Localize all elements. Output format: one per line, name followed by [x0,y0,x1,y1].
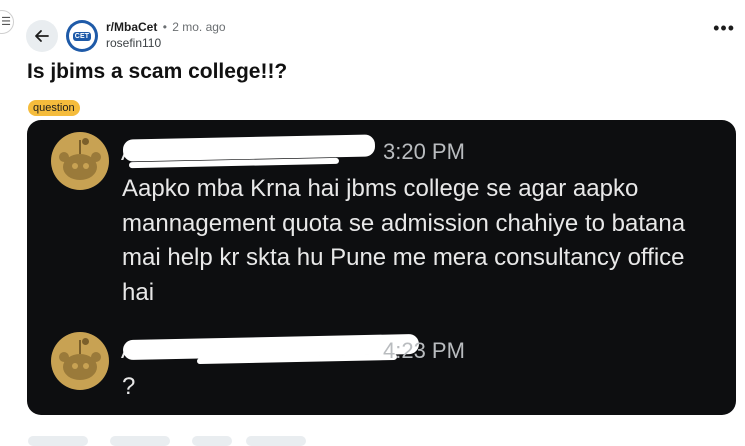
subreddit-avatar[interactable]: CET [66,20,98,52]
reddit-snoo-avatar-icon [51,332,109,390]
message-time: 4:23 PM [383,338,465,363]
message-text: ? [122,373,136,400]
message-text: Aapko mba Krna hai jbms college se agar … [122,175,686,306]
post-meta: r/MbaCet • 2 mo. ago rosefin110 [106,19,226,51]
hamburger-icon: ☰ [1,15,11,28]
subreddit-icon-text: CET [72,31,92,41]
author-link[interactable]: rosefin110 [106,35,226,51]
reddit-snoo-avatar-icon [51,132,109,190]
post-title: Is jbims a scam college!!? [27,60,288,83]
post-age: 2 mo. ago [172,20,226,34]
action-pill[interactable] [28,436,88,446]
post-image[interactable]: A 3:20 PM Aapko mba Krna hai jbms colleg… [27,120,736,415]
meta-separator: • [162,20,167,34]
action-pill[interactable] [110,436,170,446]
action-pill[interactable] [192,436,232,446]
more-horizontal-icon: ••• [713,18,735,38]
back-button[interactable] [26,20,58,52]
menu-toggle-button[interactable]: ☰ [0,10,14,34]
more-options-button[interactable]: ••• [713,18,735,39]
post-flair[interactable]: question [28,100,80,116]
arrow-left-icon [35,30,49,42]
subreddit-link[interactable]: r/MbaCet [106,20,157,34]
message-time: 3:20 PM [383,139,465,164]
action-pill[interactable] [246,436,306,446]
